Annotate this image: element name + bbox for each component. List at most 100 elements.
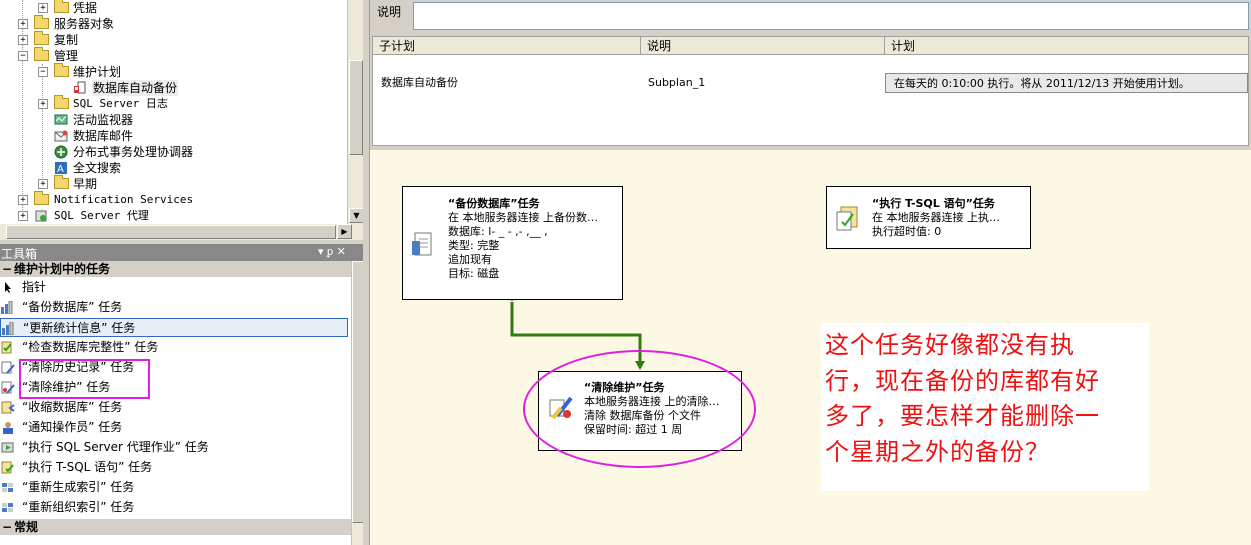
toolbox-item-reorganize-index[interactable]: “重新组织索引” 任务: [0, 498, 348, 517]
history-cleanup-icon: [1, 361, 15, 374]
note-line: 行，现在备份的库都有好: [825, 366, 1100, 395]
tree-item-database-mail[interactable]: 数据库邮件: [0, 128, 347, 144]
execute-tsql-icon: [1, 461, 14, 474]
task-line: 追加现有: [448, 253, 492, 266]
task-line: 目标: 磁盘: [448, 267, 500, 280]
toolbox-item-update-statistics[interactable]: “更新统计信息” 任务: [0, 318, 348, 337]
toolbox-item-check-integrity[interactable]: “检查数据库完整性” 任务: [0, 338, 348, 357]
shrink-database-icon: [1, 401, 15, 414]
toolbox-panel: − 维护计划中的任务 指针 “备份数据库” 任务 “更新统计信息” 任务 “检查…: [0, 261, 351, 545]
scroll-thumb[interactable]: [349, 60, 363, 155]
task-execute-tsql[interactable]: “执行 T-SQL 语句”任务 在 本地服务器连接 上执… 执行超时值: 0: [826, 186, 1031, 249]
task-line: 在 本地服务器连接 上执…: [872, 211, 1000, 224]
tree-item-label: SQL Server 日志: [73, 97, 168, 110]
tree-item-auto-backup-plan[interactable]: 数据库自动备份: [0, 80, 347, 96]
tree-item-credentials[interactable]: + 凭据: [0, 0, 347, 16]
toolbox-title: 工具箱: [1, 247, 38, 261]
tree-item-notification-services[interactable]: + Notification Services: [0, 191, 347, 208]
activity-monitor-icon: [54, 114, 68, 125]
description-field[interactable]: [413, 2, 1249, 30]
expand-icon[interactable]: +: [18, 211, 28, 221]
agent-job-icon: [1, 442, 14, 453]
collapse-icon[interactable]: −: [38, 67, 48, 77]
annotation-note: 这个任务好像都没有执 行，现在备份的库都有好 多了，要怎样才能删除一 个星期之外…: [821, 323, 1149, 491]
tree-item-label: 数据库邮件: [73, 129, 134, 143]
toolbox-item-shrink-database[interactable]: “收缩数据库” 任务: [0, 398, 348, 417]
tree-item-server-objects[interactable]: + 服务器对象: [0, 15, 347, 32]
task-line: 类型: 完整: [448, 239, 500, 252]
rebuild-index-icon: [2, 483, 13, 492]
tree-item-sql-server-logs[interactable]: + SQL Server 日志: [0, 95, 347, 112]
backup-task-icon: [1, 301, 13, 314]
column-header-subplan[interactable]: 子计划: [373, 37, 641, 55]
annotation-highlight-box: [19, 359, 150, 399]
expand-icon[interactable]: +: [38, 3, 48, 13]
tree-item-label: 活动监视器: [73, 113, 134, 127]
task-title: “执行 T-SQL 语句”任务: [872, 197, 995, 210]
folder-icon: [34, 191, 49, 205]
tree-item-activity-monitor[interactable]: 活动监视器: [0, 112, 347, 128]
tree-vertical-scrollbar[interactable]: ▼: [347, 0, 364, 224]
toolbox-section-header[interactable]: − 维护计划中的任务: [0, 261, 351, 277]
folder-open-icon: [34, 47, 49, 61]
table-row[interactable]: 数据库自动备份 Subplan_1 在每天的 0:10:00 执行。将从 201…: [373, 55, 1248, 93]
toolbox-item-notify-operator[interactable]: “通知操作员” 任务: [0, 418, 348, 437]
cell-description[interactable]: Subplan_1: [641, 73, 885, 93]
column-header-schedule[interactable]: 计划: [885, 37, 1248, 55]
note-line: 这个任务好像都没有执: [825, 331, 1075, 359]
note-line: 个星期之外的备份？: [825, 437, 1050, 466]
cell-schedule[interactable]: 在每天的 0:10:00 执行。将从 2011/12/13 开始使用计划。: [885, 73, 1248, 93]
scroll-right-icon[interactable]: ▶: [337, 224, 352, 239]
tree-item-dtc[interactable]: 分布式事务处理协调器: [0, 144, 347, 160]
toolbox-section-title: 维护计划中的任务: [14, 262, 111, 276]
tree-item-management[interactable]: − 管理: [0, 47, 347, 64]
tree-item-sql-server-agent[interactable]: + SQL Server 代理: [0, 208, 347, 224]
collapse-icon[interactable]: −: [2, 261, 12, 277]
note-line: 多了，要怎样才能删除一: [825, 402, 1100, 430]
expand-icon[interactable]: +: [18, 195, 28, 205]
tree-item-legacy[interactable]: + 早期: [0, 175, 347, 192]
folder-open-icon: [54, 63, 69, 77]
toolbox-item-pointer[interactable]: 指针: [0, 278, 348, 297]
folder-icon: [54, 95, 69, 109]
dtc-icon: [54, 145, 68, 159]
tree-item-full-text-search[interactable]: A 全文搜索: [0, 160, 347, 176]
execute-tsql-icon: [836, 206, 858, 231]
reorganize-index-icon: [2, 503, 13, 512]
window-controls-icon[interactable]: ▾ ᵱ ✕: [318, 245, 346, 258]
folder-icon: [34, 15, 49, 29]
tree-item-label: 复制: [54, 33, 79, 47]
toolbox-item-execute-tsql[interactable]: “执行 T-SQL 语句” 任务: [0, 458, 348, 477]
expand-icon[interactable]: +: [18, 35, 28, 45]
collapse-icon[interactable]: −: [2, 519, 12, 535]
tree-item-replication[interactable]: + 复制: [0, 31, 347, 48]
collapse-icon[interactable]: −: [18, 51, 28, 61]
cell-subplan[interactable]: 数据库自动备份: [373, 73, 641, 93]
expand-icon[interactable]: +: [38, 179, 48, 189]
column-header-description[interactable]: 说明: [641, 37, 885, 55]
sql-agent-icon: [35, 210, 47, 222]
toolbox-item-execute-agent-job[interactable]: “执行 SQL Server 代理作业” 任务: [0, 438, 348, 457]
toolbox-item-rebuild-index[interactable]: “重新生成索引” 任务: [0, 478, 348, 497]
maintenance-cleanup-icon: [1, 381, 15, 394]
tree-item-label: 管理: [54, 49, 79, 63]
maintenance-plan-icon: [74, 81, 86, 94]
tree-item-label: SQL Server 代理: [54, 209, 149, 222]
splitter[interactable]: [363, 0, 370, 545]
scroll-down-icon[interactable]: ▼: [349, 208, 364, 223]
toolbox-titlebar: 工具箱 ▾ ᵱ ✕: [0, 244, 363, 261]
toolbox-item-backup-database[interactable]: “备份数据库” 任务: [0, 298, 348, 317]
object-explorer-tree: + 凭据 + 服务器对象 + 复制 − 管理 − 维护计划 数据库自动备份 + …: [0, 0, 347, 224]
tree-item-label: 凭据: [73, 1, 98, 15]
scroll-thumb[interactable]: [6, 225, 336, 239]
backup-database-icon: [412, 232, 432, 256]
task-backup-database[interactable]: “备份数据库”任务 在 本地服务器连接 上备份数… 数据库: l- _ - ,-…: [402, 186, 623, 300]
folder-icon: [34, 31, 49, 45]
expand-icon[interactable]: +: [38, 99, 48, 109]
tree-item-maintenance-plans[interactable]: − 维护计划: [0, 63, 347, 80]
expand-icon[interactable]: +: [18, 19, 28, 29]
description-label: 说明: [377, 5, 402, 19]
toolbox-section-header-general[interactable]: − 常规: [0, 519, 351, 535]
tree-item-label: 分布式事务处理协调器: [73, 145, 194, 159]
tree-horizontal-scrollbar[interactable]: ▶: [0, 224, 363, 240]
